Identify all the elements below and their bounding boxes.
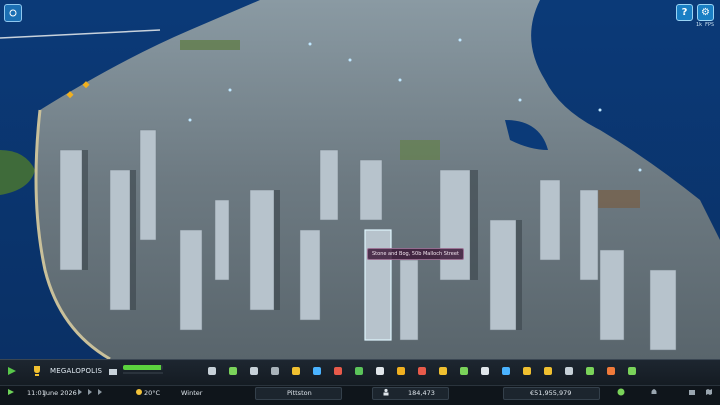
- tool-button-chart[interactable]: [604, 364, 618, 378]
- healthcare-icon: [334, 367, 342, 375]
- tool-button-transport[interactable]: [436, 364, 450, 378]
- fps-counter: 1k FPS: [695, 22, 714, 28]
- tool-button-parks[interactable]: [457, 364, 471, 378]
- top-right-controls: ? ⚙: [676, 4, 714, 21]
- tool-button-areas[interactable]: [247, 364, 261, 378]
- transport-icon: [439, 367, 447, 375]
- person-icon: [383, 388, 389, 396]
- terrain-icon: [271, 367, 279, 375]
- trophy-icon: [34, 366, 40, 376]
- money-value: €51,955,979: [530, 389, 572, 397]
- map-icon: [586, 367, 594, 375]
- menu-arrow-icon: [8, 367, 16, 375]
- parks-icon: [460, 367, 468, 375]
- tool-button-fire[interactable]: [415, 364, 429, 378]
- temperature: 20°C: [144, 389, 161, 397]
- settings-button[interactable]: ⚙: [697, 4, 714, 21]
- gear-icon: ⚙: [701, 7, 710, 18]
- question-icon: ?: [681, 7, 688, 18]
- bell-icon: [651, 389, 657, 394]
- map-toggle-button[interactable]: [705, 388, 713, 398]
- police-icon: [397, 367, 405, 375]
- population-icon: [109, 369, 117, 375]
- city-viewport[interactable]: [0, 0, 720, 404]
- tool-button-economy[interactable]: [520, 364, 534, 378]
- tree-icon: [628, 367, 636, 375]
- water-icon: [313, 367, 321, 375]
- tool-button-money[interactable]: [541, 364, 555, 378]
- city-progress-fill: [123, 365, 161, 370]
- landmark-icon: [502, 367, 510, 375]
- tool-button-water[interactable]: [310, 364, 324, 378]
- milestone-button[interactable]: [30, 364, 44, 378]
- menu-button[interactable]: [5, 364, 19, 378]
- game-time: 11:01: [27, 389, 46, 397]
- tool-button-police[interactable]: [394, 364, 408, 378]
- roads-icon: [208, 367, 216, 375]
- camera-icon: [689, 390, 695, 395]
- smiley-icon: [617, 388, 625, 396]
- weather-button[interactable]: [134, 387, 144, 399]
- speed-control[interactable]: [76, 388, 116, 398]
- chart-icon: [607, 367, 615, 375]
- help-button[interactable]: ?: [676, 4, 693, 21]
- tool-button-landmark[interactable]: [499, 364, 513, 378]
- fire-icon: [418, 367, 426, 375]
- population-button[interactable]: [106, 364, 120, 378]
- tool-button-electricity[interactable]: [289, 364, 303, 378]
- tool-button-healthcare[interactable]: [331, 364, 345, 378]
- city-name: MEGALOPOLIS: [50, 367, 103, 375]
- advisor-icon: [9, 9, 17, 17]
- zoning-icon: [229, 367, 237, 375]
- population-icon-small: [382, 388, 390, 398]
- statistics-icon: [565, 367, 573, 375]
- advisor-button[interactable]: [4, 4, 22, 22]
- happiness-button[interactable]: [617, 388, 625, 398]
- game-date: June 2026: [44, 389, 77, 397]
- city-progress-bar: [123, 365, 163, 370]
- tool-button-statistics[interactable]: [562, 364, 576, 378]
- tool-button-roads[interactable]: [205, 364, 219, 378]
- economy-icon: [523, 367, 531, 375]
- season: Winter: [181, 389, 203, 397]
- garbage-icon: [355, 367, 363, 375]
- tool-button-zoning[interactable]: [226, 364, 240, 378]
- population-value: 184,473: [408, 389, 435, 397]
- communication-icon: [481, 367, 489, 375]
- tool-button-tree[interactable]: [625, 364, 639, 378]
- city-xp-bar: [123, 372, 163, 374]
- pause-button[interactable]: [6, 387, 16, 399]
- map-icon: [706, 389, 712, 395]
- tool-button-communication[interactable]: [478, 364, 492, 378]
- tool-button-education[interactable]: [373, 364, 387, 378]
- education-icon: [376, 367, 384, 375]
- money-icon: [544, 367, 552, 375]
- building-tooltip: Stone and Bog, 50b Malloch Street: [367, 248, 464, 260]
- sun-icon: [136, 389, 142, 395]
- speed-arrows-icon: [78, 389, 102, 395]
- tool-button-map[interactable]: [583, 364, 597, 378]
- electricity-icon: [292, 367, 300, 375]
- areas-icon: [250, 367, 258, 375]
- tool-button-garbage[interactable]: [352, 364, 366, 378]
- location-name: Pittston: [287, 389, 312, 397]
- tool-button-terrain[interactable]: [268, 364, 282, 378]
- notifications-button[interactable]: [650, 388, 658, 398]
- play-icon: [8, 389, 14, 395]
- photo-mode-button[interactable]: [688, 388, 696, 398]
